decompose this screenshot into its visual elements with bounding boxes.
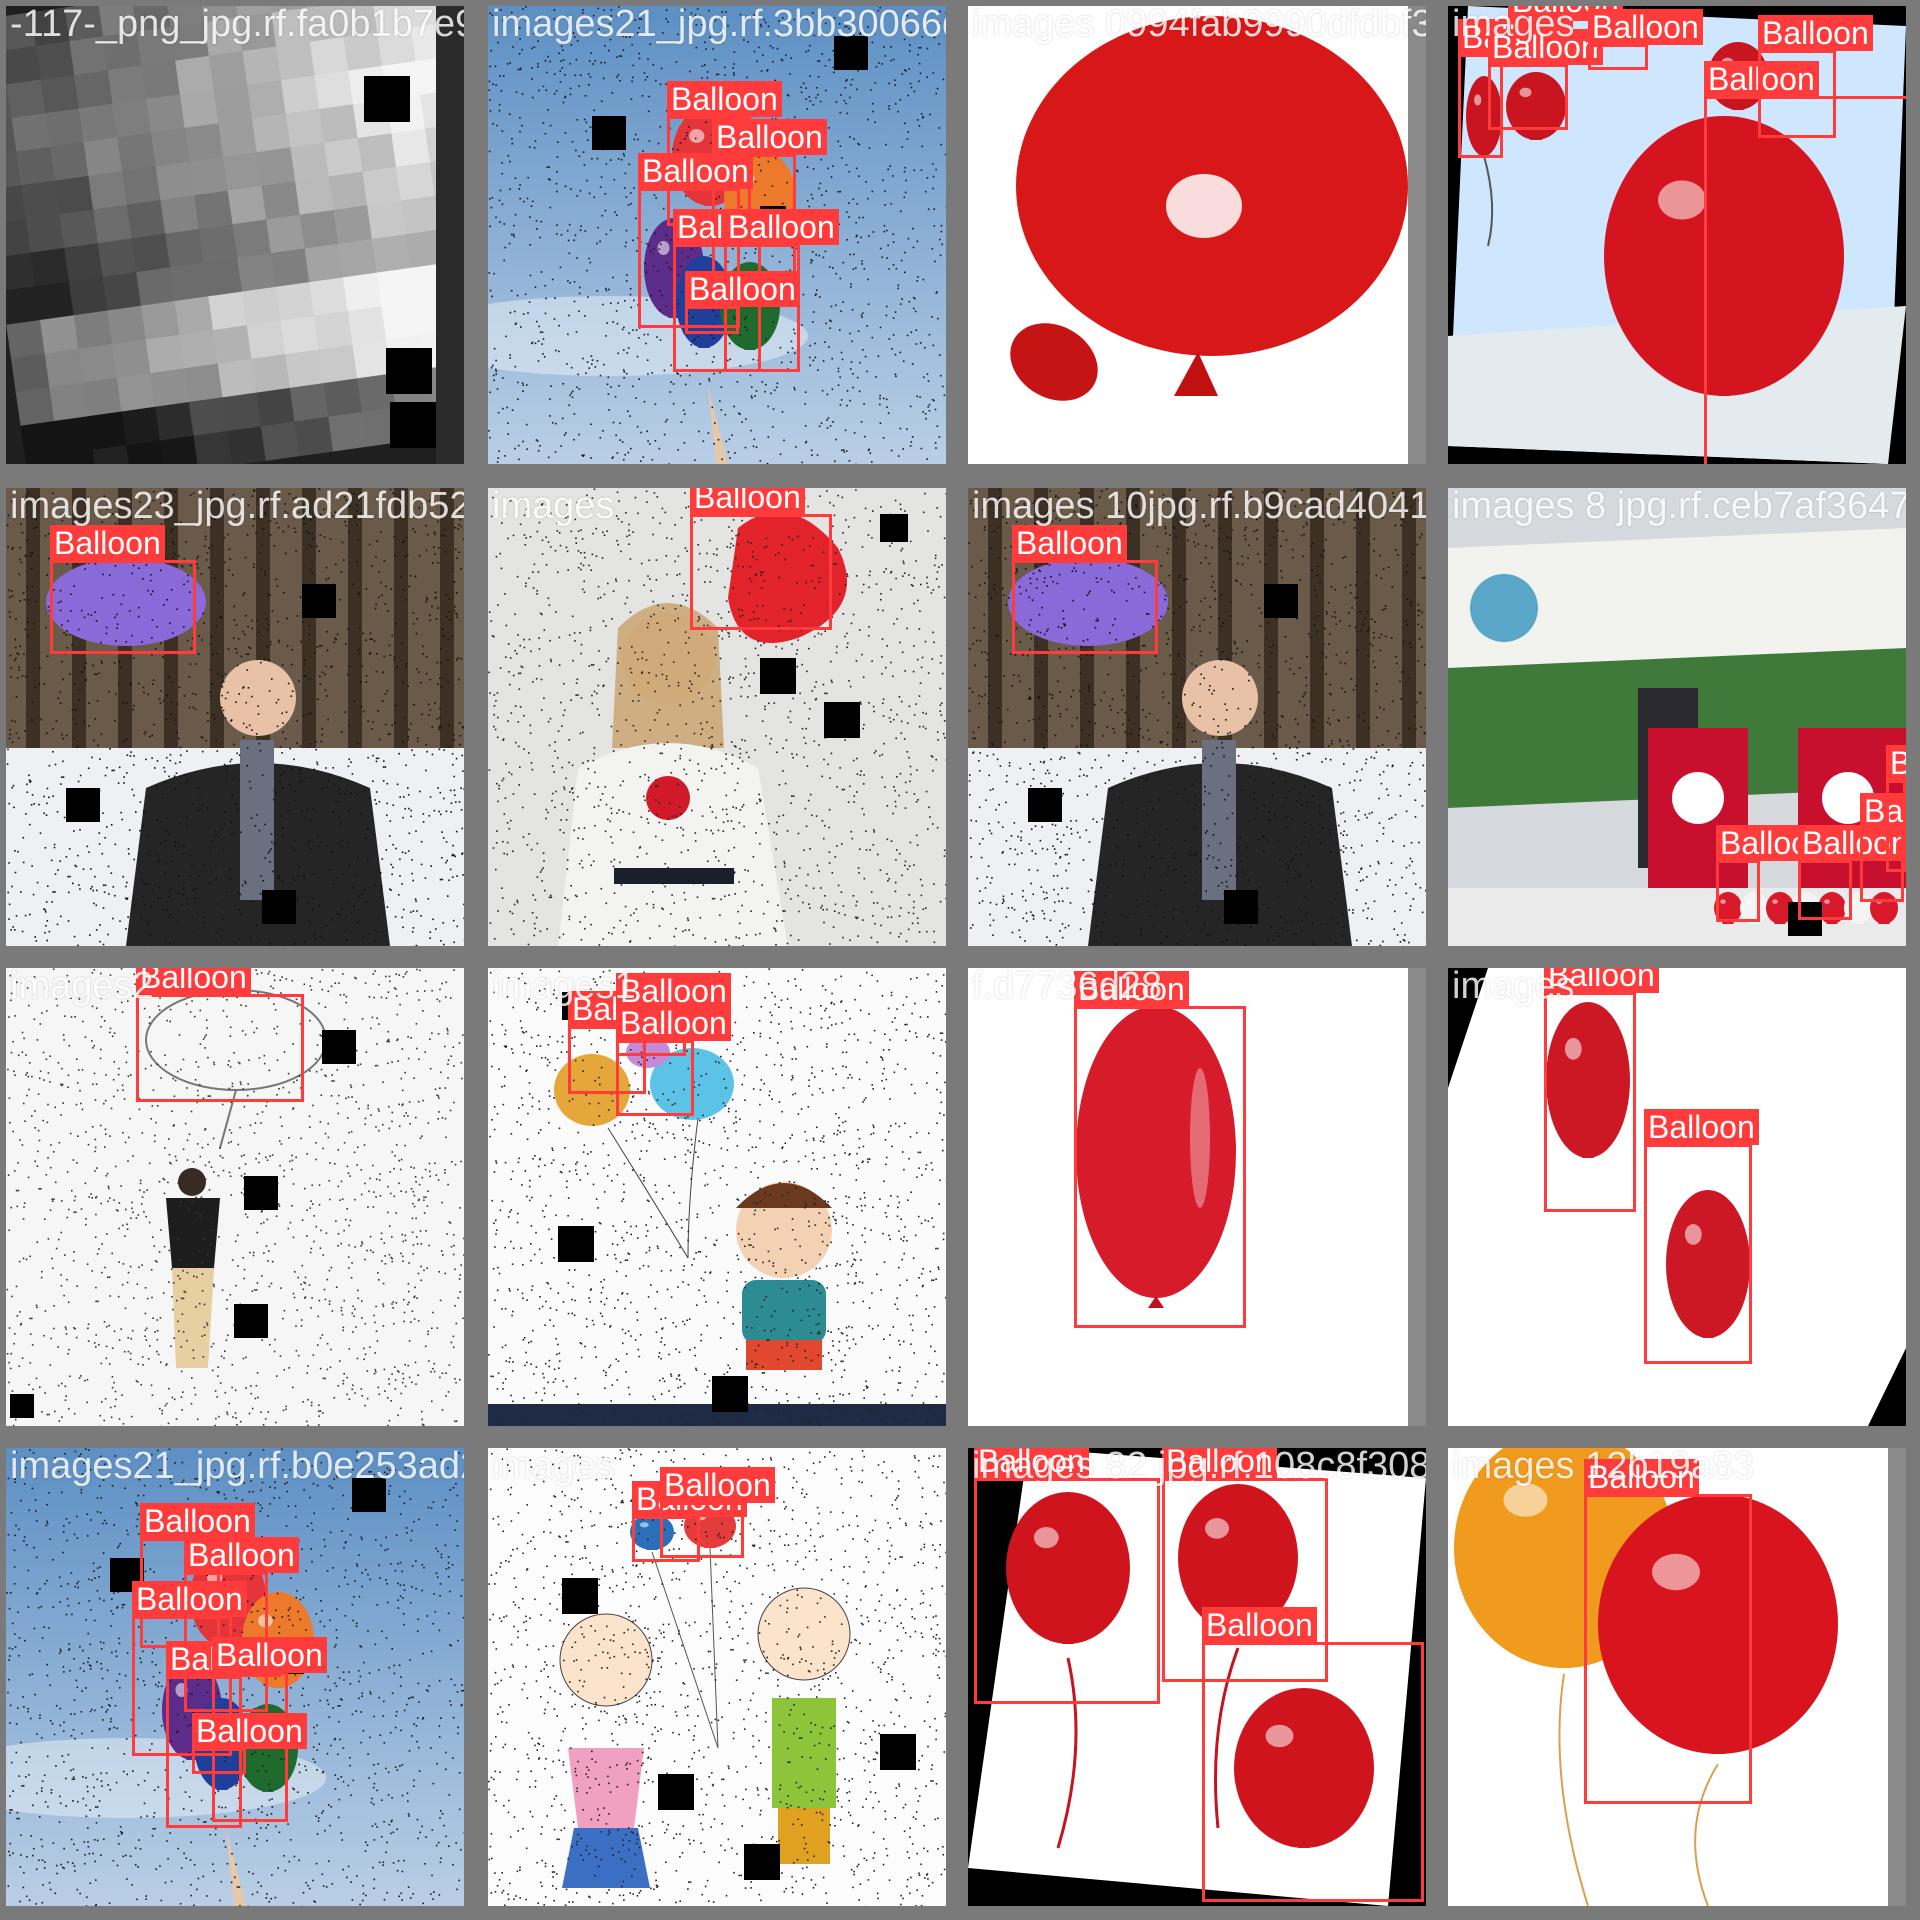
cutout-square xyxy=(66,788,100,822)
cutout-square xyxy=(658,1774,694,1810)
cutout-square xyxy=(558,1226,594,1262)
cutout-square xyxy=(10,1394,34,1418)
detection-box: Balloon xyxy=(1584,1459,1752,1804)
cutout-square xyxy=(364,76,410,122)
cutout-square xyxy=(302,584,336,618)
detection-box: Balloon xyxy=(1758,15,1873,138)
cutout-square xyxy=(824,702,860,738)
cutout-square xyxy=(234,1304,268,1338)
mosaic-tile: Balloon f.d7736d28 xyxy=(968,968,1426,1426)
cutout-square xyxy=(744,1844,780,1880)
detection-label: Balloon xyxy=(616,973,731,1009)
cutout-square xyxy=(834,36,868,70)
mosaic-tile: images 0994fab9990dfdbf3f77 xyxy=(968,6,1426,464)
mosaic-tile: Balloon Balloon Balloon images 82 jpg.rf.10… xyxy=(968,1448,1426,1906)
detection-label: Balloon xyxy=(184,1537,299,1573)
detection-box: Balloon xyxy=(1488,29,1603,130)
detection-label: Balloon xyxy=(1488,29,1603,65)
detection-label: Balloon xyxy=(1202,1607,1317,1643)
cutout-square xyxy=(322,1030,356,1064)
cutout-square xyxy=(592,116,626,150)
detection-mosaic: -117-_png_jpg.rf.fa0b1b7e93 Balloon Balloo… xyxy=(0,0,1920,1920)
detection-label: Balloon xyxy=(192,1713,307,1749)
detection-box: Balloon xyxy=(1644,1109,1759,1364)
cutout-square xyxy=(352,1478,386,1512)
detection-label: Balloon xyxy=(212,1637,327,1673)
detection-box: Balloon xyxy=(1544,968,1659,1212)
detection-box: Balloon xyxy=(1074,971,1246,1328)
detection-label: Balloon xyxy=(1758,15,1873,51)
detection-box: Balloon xyxy=(660,1467,775,1558)
mosaic-tile: Balloon images xyxy=(488,488,946,946)
detection-label: Balloon xyxy=(1588,9,1703,45)
cutout-square xyxy=(880,514,908,542)
detection-box: Balloon xyxy=(50,525,196,654)
cutout-square xyxy=(1264,584,1298,618)
cutout-square xyxy=(1028,788,1062,822)
mosaic-tile: Balloon images2 xyxy=(6,968,464,1426)
tile-image xyxy=(6,6,464,464)
detection-label: Balloon xyxy=(1644,1109,1759,1145)
detection-label: Balloon xyxy=(50,525,165,561)
cutout-square xyxy=(390,402,436,448)
mosaic-tile: BalloonBalloonBalloonBalloonBalloonBallo… xyxy=(6,1448,464,1906)
mosaic-tile: -117-_png_jpg.rf.fa0b1b7e93 xyxy=(6,6,464,464)
mosaic-tile: BalloonBalloonimages xyxy=(1448,968,1906,1426)
detection-box: Balloon xyxy=(1202,1607,1424,1902)
detection-label: Balloon xyxy=(724,209,839,245)
detection-box: Balloon xyxy=(1704,61,1906,464)
cutout-square xyxy=(244,1176,278,1210)
detection-label: Balloon xyxy=(638,153,753,189)
mosaic-tile: BalloonBalloonBalloonBalloonBalloonBallo… xyxy=(488,6,946,464)
mosaic-tile: BalloonBalloonimages xyxy=(488,1448,946,1906)
tile-image xyxy=(968,6,1426,464)
cutout-square xyxy=(562,1578,598,1614)
mosaic-tile: Balloonimages 10jpg.rf.b9cad40413c0 xyxy=(968,488,1426,946)
detection-label: Balloon xyxy=(660,1467,775,1503)
detection-box: Balloon xyxy=(685,271,800,334)
detection-box: Balloon xyxy=(1716,825,1831,922)
detection-box: Balloon xyxy=(1798,825,1906,920)
detection-label: Balloon xyxy=(1012,525,1127,561)
detection-box: Balloon xyxy=(616,1005,731,1116)
detection-box: Balloon xyxy=(192,1713,307,1774)
cutout-square xyxy=(760,658,796,694)
detection-box: Balloon xyxy=(974,1448,1160,1704)
detection-label: Balloon xyxy=(712,119,827,155)
cutout-square xyxy=(386,348,432,394)
detection-label: Balloon xyxy=(132,1581,247,1617)
detection-label: Balloon xyxy=(1544,968,1659,993)
cutout-square xyxy=(262,890,296,924)
detection-box: Balloon xyxy=(136,968,304,1102)
detection-label: Balloon xyxy=(1162,1448,1277,1479)
cutout-square xyxy=(880,1734,916,1770)
detection-label: Balloon xyxy=(690,488,805,515)
detection-box: Balloon xyxy=(1886,745,1906,872)
detection-label: Balloon xyxy=(685,271,800,307)
mosaic-tile: BalloonBalloonBalloonBalloonBalloonBallo… xyxy=(1448,6,1906,464)
mosaic-tile: Balloon images 12b19a83 xyxy=(1448,1448,1906,1906)
detection-label: Balloon xyxy=(1886,745,1906,781)
detection-box: Balloon xyxy=(690,488,832,630)
cutout-square xyxy=(1224,890,1258,924)
detection-label: Balloon xyxy=(140,1503,255,1539)
detection-box: Balloon xyxy=(1012,525,1158,654)
detection-box: Balloon xyxy=(1588,9,1703,70)
detection-label: Balloon xyxy=(974,1448,1089,1479)
detection-label: Balloon xyxy=(667,81,782,117)
detection-label: Balloon xyxy=(136,968,251,995)
detection-label: Balloon xyxy=(616,1005,731,1041)
mosaic-tile: BalloonBalloonBalloonBalloonimages 8 jpg… xyxy=(1448,488,1906,946)
mosaic-tile: Balloon images23_jpg.rf.ad21fdb52e xyxy=(6,488,464,946)
cutout-square xyxy=(712,1376,748,1412)
detection-label: Balloon xyxy=(1074,971,1189,1007)
detection-label: Balloon xyxy=(1584,1459,1699,1495)
mosaic-tile: BalloonBalloonBalloonimages1 xyxy=(488,968,946,1426)
